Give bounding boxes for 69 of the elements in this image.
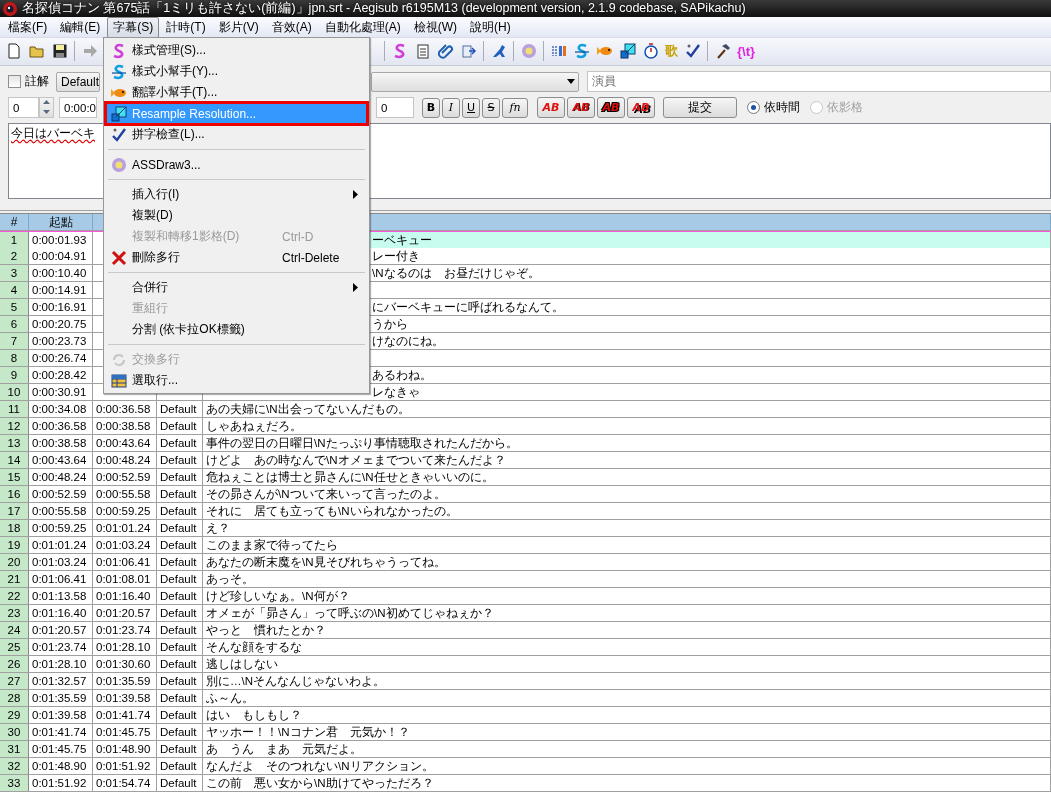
- table-cell: 0:00:01.93: [29, 232, 93, 248]
- menu-item[interactable]: 計時(T): [160, 16, 212, 38]
- color-button[interactable]: AB: [627, 97, 655, 119]
- menu-item[interactable]: ASSDraw3...: [106, 154, 367, 175]
- spell-check-icon: [684, 43, 701, 60]
- resize-squares-icon: [619, 43, 636, 60]
- menu-item[interactable]: 自動化處理(A): [318, 16, 407, 38]
- color-button[interactable]: AB: [537, 97, 565, 119]
- s-stroke-icon: [111, 63, 127, 80]
- menu-item[interactable]: 編輯(E): [54, 16, 107, 38]
- menu-item[interactable]: 字幕(S): [107, 16, 160, 38]
- comment-label: 註解: [25, 73, 49, 91]
- column-header: #: [0, 214, 29, 230]
- submenu-arrow-icon: [353, 283, 359, 292]
- column-header: 起點: [29, 214, 93, 230]
- save-icon: [51, 43, 68, 60]
- row-number: 1: [0, 232, 29, 248]
- format-button[interactable]: S: [482, 97, 500, 118]
- menu-item[interactable]: 複製(D): [106, 205, 367, 226]
- document-arrow-icon: [460, 43, 477, 60]
- radio-button[interactable]: [747, 101, 760, 115]
- style-combo[interactable]: Default: [56, 71, 100, 92]
- spin-down-icon: [40, 107, 53, 117]
- comment-checkbox[interactable]: [8, 75, 21, 89]
- actor-combo[interactable]: [371, 71, 579, 92]
- radio-label: 依時間: [764, 99, 800, 117]
- start-time-field[interactable]: 0:00:0: [59, 97, 97, 119]
- menu-item[interactable]: 樣式管理(S)...: [106, 40, 367, 61]
- table-icon: [111, 372, 127, 389]
- format-button[interactable]: fn: [502, 97, 528, 118]
- flower-icon: [111, 156, 127, 173]
- hammer-icon: [714, 43, 731, 60]
- new-file-icon: [5, 43, 22, 60]
- menu-item[interactable]: 翻譯小幫手(T)...: [106, 82, 367, 103]
- menu-item[interactable]: 說明(H): [464, 16, 517, 38]
- layer-field[interactable]: 0: [8, 97, 39, 119]
- color-button[interactable]: AB: [597, 97, 625, 119]
- delete-cross-icon: [111, 249, 127, 266]
- menu-item[interactable]: 拼字檢查(L)...: [106, 124, 367, 145]
- dropdown-arrow-icon: [564, 77, 578, 86]
- menu-item[interactable]: 影片(V): [212, 16, 265, 38]
- swap-arrows-icon: [111, 351, 127, 368]
- clipboard-icon: [414, 43, 431, 60]
- radio-label: 依影格: [827, 99, 863, 117]
- app-icon: [2, 0, 18, 17]
- flower-icon: [520, 43, 537, 60]
- subtitle-text: 今日はバーベキ: [11, 125, 95, 140]
- spin-button[interactable]: [39, 97, 54, 119]
- menu-item[interactable]: 檢視(W): [407, 16, 463, 38]
- stopwatch-icon: [642, 43, 659, 60]
- margin-field[interactable]: 0: [376, 97, 414, 119]
- format-button[interactable]: U: [462, 97, 480, 118]
- s-stroke-icon: [573, 43, 590, 60]
- actor-field[interactable]: 演員: [587, 71, 1051, 93]
- spell-check-icon: [111, 126, 127, 143]
- submenu-arrow-icon: [353, 190, 359, 199]
- menu-item[interactable]: 樣式小幫手(Y)...: [106, 61, 367, 82]
- menu-item[interactable]: 檔案(F): [2, 16, 54, 38]
- commit-button[interactable]: 提交: [663, 97, 737, 119]
- paperclip-icon: [437, 43, 454, 60]
- resize-squares-icon: [111, 105, 127, 122]
- format-button[interactable]: B: [422, 97, 440, 118]
- figure-icon: [490, 43, 507, 60]
- window-title: 名探偵コナン 第675話「1ミリも許さない(前編)」jpn.srt - Aegisub r6195M13 (development version, 2.1.9 codebase, SAPikachu): [22, 0, 746, 18]
- open-folder-icon: [28, 43, 45, 60]
- menu-item[interactable]: 音效(A): [265, 16, 318, 38]
- format-button[interactable]: I: [442, 97, 460, 118]
- color-button[interactable]: AB: [567, 97, 595, 119]
- arrow-icon: [81, 43, 98, 60]
